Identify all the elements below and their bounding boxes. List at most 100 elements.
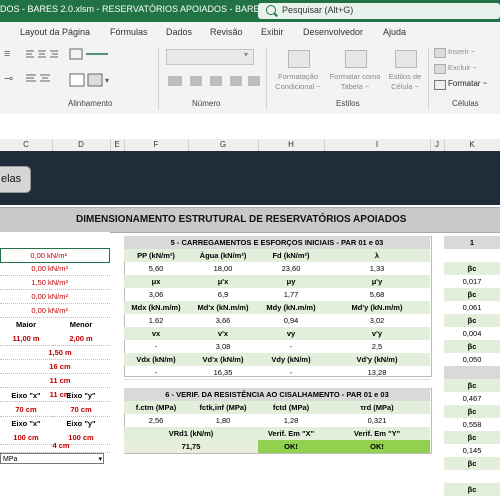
table-header: Md'x (kN.m/m): [188, 301, 258, 314]
search-input[interactable]: Pesquisar (Alt+G): [258, 3, 500, 19]
align-horizontal-icons[interactable]: [24, 72, 58, 86]
input-cell[interactable]: 11,00 m: [0, 332, 52, 346]
text-direction-icon[interactable]: ≡: [4, 48, 10, 60]
tab-help[interactable]: Ajuda: [383, 27, 406, 37]
table-header: Vdy (kN/m): [258, 353, 324, 366]
orientation-icon[interactable]: ⊸: [4, 72, 13, 85]
table-cell: 0,050: [444, 353, 500, 367]
table-cell: 1,80: [188, 414, 258, 428]
insert-button[interactable]: Inserir ~: [448, 47, 475, 57]
conditional-formatting-button[interactable]: Formatação Condicional ~: [270, 72, 326, 92]
input-cell[interactable]: 16 cm: [0, 360, 110, 374]
conditional-formatting-label: Formatação: [277, 72, 319, 81]
input-cell[interactable]: 0,00 kN/m²: [0, 290, 110, 304]
column-header[interactable]: D: [52, 139, 111, 151]
column-header[interactable]: H: [258, 139, 325, 151]
table-header: Verif. Em "Y": [324, 427, 430, 440]
table-header: v'y: [324, 327, 430, 340]
beta-label: βc: [444, 405, 500, 418]
table-cell: 2,5: [324, 340, 430, 354]
label-cell: Menor: [69, 320, 93, 329]
table-cell: 13,28: [324, 366, 430, 380]
result-value: 71,75: [124, 440, 258, 453]
input-cell[interactable]: 1,50 m: [0, 346, 110, 360]
tab-view[interactable]: Exibir: [261, 27, 284, 37]
tab-data[interactable]: Dados: [166, 27, 192, 37]
beta-label: βc: [444, 340, 500, 353]
window-title: DOS - BARES 2.0.xlsm - RESERVATÓRIOS APO…: [0, 4, 286, 14]
table-header: Água (kN/m²): [188, 249, 258, 262]
table-header: Mdy (kN.m/m): [258, 301, 324, 314]
table-cell: 2,56: [124, 414, 188, 428]
number-format-buttons[interactable]: [166, 72, 262, 90]
table-header: Verif. Em "X": [258, 427, 324, 440]
tab-review[interactable]: Revisão: [210, 27, 243, 37]
conditional-formatting-label-2: Condicional ~: [275, 82, 321, 91]
align-top-icons[interactable]: [24, 48, 58, 62]
tab-page-layout[interactable]: Layout da Página: [20, 27, 90, 37]
column-header[interactable]: C: [0, 139, 53, 151]
section-title: 6 - VERIF. DA RESISTÊNCIA AO CISALHAMENT…: [124, 388, 430, 401]
input-cell[interactable]: 4 cm: [0, 439, 110, 453]
group-label-alignment: Alinhamento: [68, 99, 113, 108]
input-cell[interactable]: 2,00 m: [52, 332, 110, 346]
column-header[interactable]: G: [188, 139, 259, 151]
wrap-text-icon[interactable]: [68, 46, 112, 62]
beta-label: βc: [444, 262, 500, 275]
delete-icon: [434, 64, 446, 74]
table-cell: 0,467: [444, 392, 500, 406]
format-as-table-button[interactable]: Formatar como Tabela ~: [326, 72, 384, 92]
merge-center-icon[interactable]: ▾: [68, 72, 112, 88]
input-cell[interactable]: 1,50 kN/m²: [0, 276, 110, 290]
table-cell: 1,62: [124, 314, 188, 328]
number-format-select[interactable]: [166, 49, 254, 65]
table-header: Md'y (kN.m/m): [324, 301, 430, 314]
table-header: VRd1 (kN/m): [124, 427, 258, 440]
divider: [158, 48, 159, 110]
column-header[interactable]: E: [110, 139, 125, 151]
ribbon-tabs: Layout da Página Fórmulas Dados Revisão …: [0, 22, 500, 44]
title-bar: DOS - BARES 2.0.xlsm - RESERVATÓRIOS APO…: [0, 0, 500, 22]
table-header: Vdx (kN/m): [124, 353, 188, 366]
table-header: Mdx (kN.m/m): [124, 301, 188, 314]
input-cell[interactable]: 0,00 kN/m²: [0, 248, 110, 263]
unit-select[interactable]: MPa ▾: [0, 453, 104, 464]
conditional-formatting-icon[interactable]: [288, 50, 310, 68]
navigation-button-label: elas: [1, 173, 22, 185]
cell-styles-label: Estilos de: [388, 72, 422, 81]
table-header: v'x: [188, 327, 258, 340]
input-cell[interactable]: 0,00 kN/m²: [0, 304, 110, 318]
format-as-table-icon[interactable]: [345, 50, 367, 68]
label-cell: Eixo "x": [11, 419, 41, 428]
page-title: DIMENSIONAMENTO ESTRUTURAL DE RESERVATÓR…: [76, 214, 407, 225]
table-header: fctk,inf (MPa): [188, 401, 258, 414]
tab-formulas[interactable]: Fórmulas: [110, 27, 148, 37]
beta-label: βc: [444, 431, 500, 444]
cell-styles-icon[interactable]: [395, 50, 417, 68]
table-cell: -: [258, 366, 324, 380]
format-button[interactable]: Formatar ~: [448, 79, 487, 88]
table-cell: 0,558: [444, 418, 500, 432]
table-cell: 5,68: [324, 288, 430, 302]
table-cell: 0,145: [444, 444, 500, 458]
search-icon: [266, 5, 276, 15]
column-header[interactable]: F: [124, 139, 189, 151]
column-header[interactable]: J: [430, 139, 445, 151]
column-header[interactable]: I: [324, 139, 431, 151]
table-header: μ'y: [324, 275, 430, 288]
input-cell[interactable]: 11 cm: [0, 374, 110, 388]
input-cell[interactable]: 0,00 kN/m²: [0, 262, 110, 276]
table-cell: 0,017: [444, 275, 500, 289]
table-cell: -: [258, 340, 324, 354]
tab-developer[interactable]: Desenvolvedor: [303, 27, 363, 37]
column-header[interactable]: K: [444, 139, 500, 151]
delete-button[interactable]: Excluir ~: [448, 63, 477, 73]
input-cell[interactable]: 70 cm: [0, 403, 52, 417]
navigation-button[interactable]: elas: [0, 167, 30, 192]
cell-styles-button[interactable]: Estilos de Célula ~: [384, 72, 426, 92]
right-section-header: 1: [444, 236, 500, 249]
table-cell: 6,9: [188, 288, 258, 302]
beta-label: βc: [444, 288, 500, 301]
table-header: f.ctm (MPa): [124, 401, 188, 414]
input-cell[interactable]: 70 cm: [52, 403, 110, 417]
